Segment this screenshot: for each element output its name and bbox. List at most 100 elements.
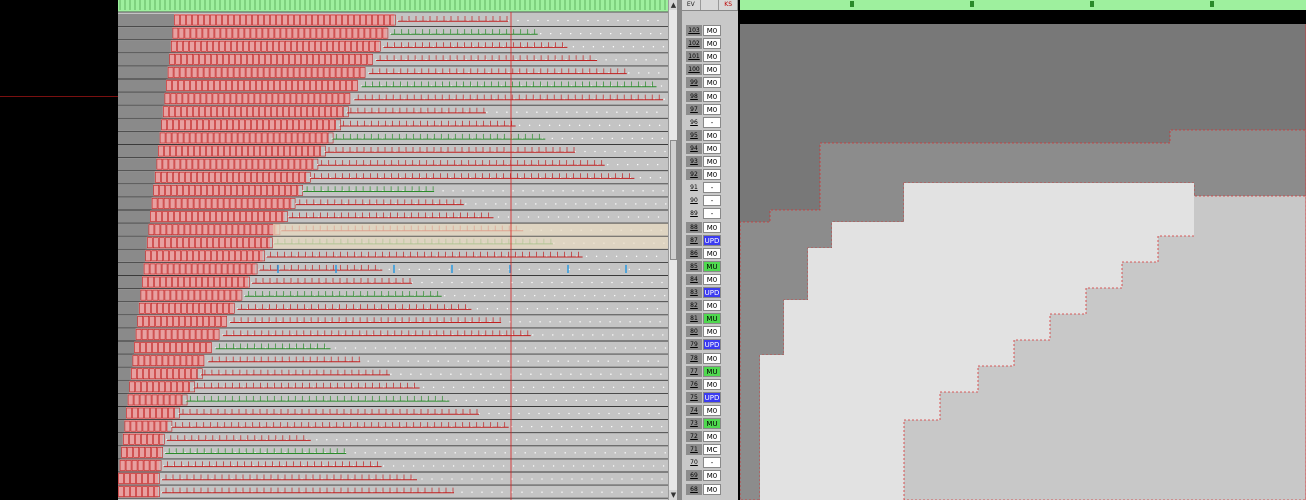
row-item[interactable]: 93 M0 [682,156,738,169]
row-item[interactable]: 74 M0 [682,404,738,418]
grid-dot [647,163,649,166]
row-item[interactable]: 96- [682,116,738,130]
row-item[interactable]: 79 UPD [682,339,738,352]
row-item[interactable]: 103 M0 [682,25,738,38]
row-item[interactable]: 76 M0 [682,378,738,392]
row-item[interactable]: 88 M0 [682,221,738,235]
row-status-badge[interactable]: M0 [703,129,721,141]
row-item[interactable]: 81 MU [682,313,738,326]
row-status-badge[interactable]: - [703,182,721,194]
row-item[interactable]: 69 M0 [682,470,738,483]
row-item[interactable]: 85 MU [682,260,738,274]
grid-dot [664,150,666,153]
row-item[interactable]: 100 M0 [682,64,738,77]
row-status-badge[interactable]: M0 [703,470,721,482]
row-item[interactable]: 98 M0 [682,90,738,104]
grid-dot [625,255,628,258]
row-item[interactable]: 83 UPD [682,287,738,300]
grid-dot [406,439,408,441]
row-status-badge[interactable]: M0 [703,378,721,390]
overview-canvas[interactable] [740,0,1306,500]
row-status-badge[interactable]: MU [703,365,721,377]
row-status-badge[interactable]: MC [703,444,721,456]
row-status-badge[interactable]: M0 [703,273,721,285]
pattern-grid[interactable] [118,0,668,500]
row-item[interactable]: 75 UPD [682,391,738,405]
row-status-badge[interactable]: M0 [703,25,721,36]
row-item[interactable]: 73 MU [682,418,738,431]
row-status-badge[interactable]: MU [703,260,721,272]
row-item[interactable]: 71 MC [682,444,738,457]
row-status-badge[interactable]: M0 [703,483,721,495]
row-status-badge[interactable]: M0 [703,326,721,338]
row-item[interactable]: 78 M0 [682,352,738,366]
row-status-badge[interactable]: MU [703,313,721,325]
row-item[interactable]: 101 M0 [682,51,738,64]
scrollbar-thumb[interactable] [670,140,677,260]
grid-dot [434,347,437,349]
row-item[interactable]: 80 M0 [682,326,738,339]
header-tab-1[interactable]: EV [682,0,701,10]
row-status-badge[interactable]: - [703,195,721,207]
row-item[interactable]: 102 M0 [682,38,738,51]
row-status-badge[interactable]: M0 [703,64,721,76]
row-item[interactable]: 70- [682,457,738,470]
row-status-badge[interactable]: M0 [703,38,721,50]
row-status-badge[interactable]: M0 [703,51,721,63]
row-item[interactable]: 94 M0 [682,142,738,156]
row-status-badge[interactable]: - [703,208,721,220]
grid-dot [624,452,626,454]
row-status-badge[interactable]: M0 [703,169,721,181]
grid-dot [644,294,646,297]
row-item[interactable]: 86 M0 [682,247,738,261]
row-item[interactable]: 92 M0 [682,169,738,182]
row-number: 80 [686,326,702,338]
row-item[interactable]: 87 UPD [682,234,738,248]
row-status-badge[interactable]: M0 [703,247,721,259]
row-status-badge[interactable]: UPD [703,287,721,298]
row-status-badge[interactable]: UPD [703,391,721,403]
row-item[interactable]: 82 M0 [682,300,738,313]
row-status-badge[interactable]: M0 [703,142,721,154]
row-status-badge[interactable]: M0 [703,404,721,416]
header-tab-3[interactable]: KS [719,0,738,10]
row-item[interactable]: 89- [682,208,738,221]
row-status-badge[interactable]: - [703,457,721,469]
row-item[interactable]: 77 MU [682,365,738,379]
grid-dot [501,491,503,493]
row-status-badge[interactable]: M0 [703,431,721,443]
row-item[interactable]: 97 M0 [682,103,738,117]
row-item[interactable]: 99 M0 [682,77,738,90]
grid-dot [387,360,389,362]
row-status-badge[interactable]: - [703,116,721,128]
row-item[interactable]: 68 M0 [682,483,738,497]
header-tab-2[interactable] [701,0,720,10]
grid-dot [428,268,430,271]
grid-dot [571,137,573,140]
row-status-badge[interactable]: M0 [703,77,721,89]
pattern-grid-canvas[interactable] [118,0,668,500]
grid-dot [607,163,609,166]
row-item[interactable]: 91- [682,182,738,195]
row-number: 92 [686,169,702,181]
row-status-badge[interactable]: M0 [703,156,721,167]
row-status-badge[interactable]: M0 [703,300,721,312]
row-status-badge[interactable]: M0 [703,90,721,102]
row-item[interactable]: 95 M0 [682,129,738,143]
row-status-badge[interactable]: UPD [703,339,721,351]
grid-dot [486,308,489,310]
row-item[interactable]: 90- [682,195,738,208]
row-status-badge[interactable]: M0 [703,352,721,364]
grid-dot [650,373,652,375]
row-status-badge[interactable]: M0 [703,103,721,115]
row-status-badge[interactable]: UPD [703,234,721,246]
grid-dot [661,281,663,284]
grid-dot [424,347,427,349]
row-item[interactable]: 72 M0 [682,431,738,444]
row-status-badge[interactable]: M0 [703,221,721,233]
row-shadow [118,223,153,236]
overview-panel[interactable] [740,0,1306,500]
grid-dot [567,360,569,362]
row-item[interactable]: 84 M0 [682,273,738,287]
row-status-badge[interactable]: MU [703,418,721,429]
